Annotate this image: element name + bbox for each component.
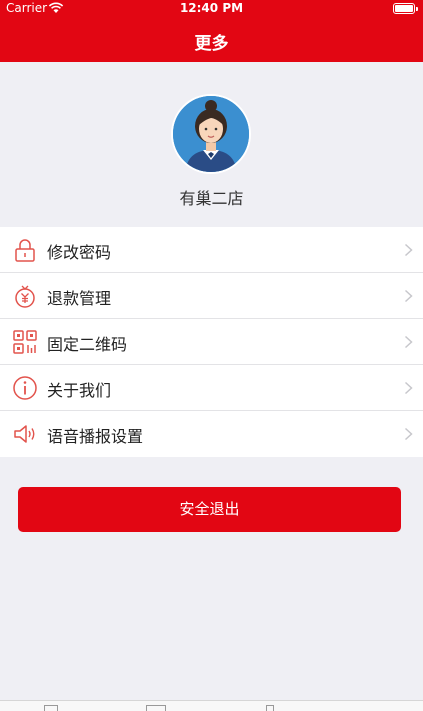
chevron-right-icon <box>404 243 413 257</box>
tab-more-icon[interactable] <box>266 705 274 711</box>
menu-item-change-password[interactable]: 修改密码 <box>0 227 423 273</box>
menu-item-label: 修改密码 <box>47 243 112 262</box>
avatar-icon <box>173 96 249 172</box>
settings-menu: 修改密码 退款管理 固定二维码 关于我们 语音播报设置 <box>0 227 423 457</box>
battery-icon <box>393 3 418 14</box>
avatar[interactable] <box>171 94 251 174</box>
speaker-icon <box>14 425 35 443</box>
menu-item-fixed-qr-code[interactable]: 固定二维码 <box>0 319 423 365</box>
chevron-right-icon <box>404 427 413 441</box>
status-time: 12:40 PM <box>179 1 244 15</box>
store-name: 有巢二店 <box>179 189 244 208</box>
qr-code-icon <box>13 330 37 354</box>
refund-icon <box>15 285 35 308</box>
profile-section: 有巢二店 <box>0 62 423 227</box>
tab-orders-icon[interactable] <box>146 705 166 711</box>
menu-item-label: 退款管理 <box>47 289 112 308</box>
chevron-right-icon <box>404 335 413 349</box>
tab-home-icon[interactable] <box>44 705 58 711</box>
page-title: 更多 <box>194 34 229 54</box>
chevron-right-icon <box>404 381 413 395</box>
logout-button[interactable]: 安全退出 <box>18 487 401 532</box>
app-header: Carrier 12:40 PM 更多 <box>0 0 423 62</box>
menu-item-label: 固定二维码 <box>47 335 128 354</box>
chevron-right-icon <box>404 289 413 303</box>
menu-item-refund-management[interactable]: 退款管理 <box>0 273 423 319</box>
menu-item-label: 语音播报设置 <box>47 427 144 446</box>
tab-bar <box>0 700 423 711</box>
status-bar: Carrier 12:40 PM <box>0 0 423 18</box>
menu-item-voice-broadcast-settings[interactable]: 语音播报设置 <box>0 411 423 457</box>
lock-icon <box>15 239 35 262</box>
menu-item-label: 关于我们 <box>47 381 112 400</box>
info-icon <box>13 376 37 400</box>
menu-item-about-us[interactable]: 关于我们 <box>0 365 423 411</box>
